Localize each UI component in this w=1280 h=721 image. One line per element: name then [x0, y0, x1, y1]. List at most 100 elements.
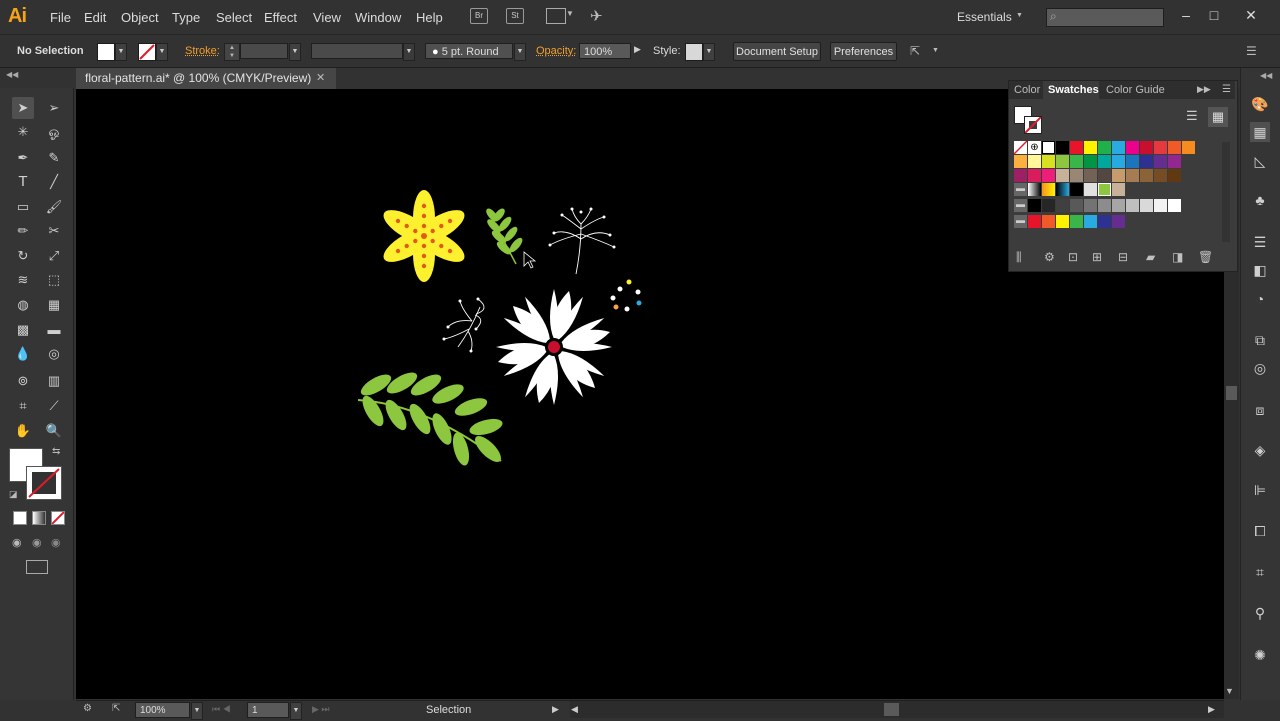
- tab-color-guide[interactable]: Color Guide: [1106, 84, 1165, 96]
- color-swatch[interactable]: [1056, 199, 1069, 212]
- default-colors-icon[interactable]: ◪: [9, 489, 18, 500]
- scissors-tool-icon[interactable]: ✂: [43, 220, 65, 242]
- color-swatch[interactable]: [1070, 141, 1083, 154]
- status-menu-icon[interactable]: ▶: [552, 704, 559, 715]
- type-tool-icon[interactable]: T: [12, 171, 34, 193]
- stroke-weight-field[interactable]: [240, 43, 288, 59]
- collapse-toolbar-icon[interactable]: ◀◀: [6, 70, 18, 79]
- stroke-label[interactable]: Stroke:: [185, 45, 220, 57]
- swatch-group-folder-icon[interactable]: ▬: [1014, 199, 1027, 212]
- align-panel-icon[interactable]: ⊫: [1250, 480, 1270, 500]
- color-swatch[interactable]: [1070, 155, 1083, 168]
- color-swatch[interactable]: [1028, 169, 1041, 182]
- symbol-sprayer-tool-icon[interactable]: ⊚: [12, 370, 34, 392]
- panel-scrollbar[interactable]: [1222, 142, 1230, 242]
- shape-builder-tool-icon[interactable]: ◍: [12, 294, 34, 316]
- panel-menu-icon[interactable]: ☰: [1222, 84, 1231, 95]
- swatch-options-icon[interactable]: ⊞: [1092, 250, 1102, 264]
- bridge-button[interactable]: Br: [470, 8, 488, 24]
- zoom-dropdown[interactable]: ▼: [191, 702, 203, 720]
- color-mode-icon[interactable]: [13, 511, 27, 525]
- color-swatch[interactable]: [1056, 155, 1069, 168]
- swatch-group-folder-icon[interactable]: ▬: [1014, 183, 1027, 196]
- color-swatch[interactable]: [1140, 155, 1153, 168]
- chevron-down-icon[interactable]: ▼: [932, 47, 939, 54]
- document-tab[interactable]: floral-pattern.ai* @ 100% (CMYK/Preview): [76, 68, 336, 89]
- fill-dropdown[interactable]: ▼: [115, 43, 127, 61]
- maximize-button[interactable]: □: [1204, 5, 1224, 25]
- lasso-tool-icon[interactable]: ஓ: [43, 121, 65, 143]
- color-swatch[interactable]: [1126, 155, 1139, 168]
- minimize-button[interactable]: –: [1176, 5, 1196, 25]
- artboard-dropdown[interactable]: ▼: [290, 702, 302, 720]
- horizontal-scroll-thumb[interactable]: [884, 703, 899, 716]
- asset-export-icon[interactable]: ⧈: [1250, 400, 1270, 420]
- scroll-right-icon[interactable]: ▶: [1208, 704, 1215, 715]
- close-tab-icon[interactable]: ✕: [316, 71, 325, 84]
- artboard-tool-icon[interactable]: ⌗: [12, 395, 34, 417]
- color-swatch[interactable]: [1084, 199, 1097, 212]
- puppet-warp-icon[interactable]: ⚲: [1250, 603, 1270, 623]
- gradient-swatch-2[interactable]: [1042, 183, 1055, 196]
- color-swatch[interactable]: [1168, 199, 1181, 212]
- grid-view-icon[interactable]: ▦: [1208, 107, 1228, 127]
- color-swatch[interactable]: [1042, 199, 1055, 212]
- list-view-icon[interactable]: ☰: [1186, 108, 1198, 124]
- scroll-left-icon[interactable]: ◀: [571, 704, 578, 715]
- arrange-documents-icon[interactable]: [546, 8, 566, 24]
- color-swatch[interactable]: [1014, 155, 1027, 168]
- cc-libraries-panel-icon[interactable]: ◎: [1250, 358, 1270, 378]
- menu-edit[interactable]: Edit: [84, 10, 106, 25]
- pattern-swatch-2[interactable]: [1084, 183, 1097, 196]
- color-swatch[interactable]: [1084, 141, 1097, 154]
- new-color-group-icon[interactable]: ⊟: [1118, 250, 1128, 264]
- pencil-tool-icon[interactable]: ✏: [12, 220, 34, 242]
- first-artboard-icon[interactable]: ⏮ ◀: [212, 704, 231, 715]
- stroke-panel-icon[interactable]: ☰: [1250, 232, 1270, 252]
- black-swatch[interactable]: [1056, 141, 1069, 154]
- blend-tool-icon[interactable]: ◎: [43, 343, 65, 365]
- stroke-weight-dropdown[interactable]: ▼: [289, 43, 301, 61]
- color-swatch[interactable]: [1084, 169, 1097, 182]
- preferences-button[interactable]: Preferences: [830, 42, 897, 61]
- opacity-arrow-icon[interactable]: ▶: [634, 44, 641, 55]
- menu-window[interactable]: Window: [355, 10, 401, 25]
- variable-width-dropdown[interactable]: ▼: [403, 43, 415, 61]
- vertical-scroll-thumb[interactable]: [1226, 386, 1237, 400]
- arrange-icon[interactable]: ⇱: [910, 44, 920, 58]
- color-swatch[interactable]: [1154, 199, 1167, 212]
- color-swatch[interactable]: [1070, 199, 1083, 212]
- column-graph-tool-icon[interactable]: ▥: [43, 370, 65, 392]
- chevron-down-icon[interactable]: ▼: [1016, 12, 1023, 19]
- color-swatch[interactable]: [1098, 199, 1111, 212]
- screen-mode-icon[interactable]: [26, 560, 48, 574]
- share-icon[interactable]: ⇱: [112, 703, 120, 714]
- brush-dropdown[interactable]: ▼: [514, 43, 526, 61]
- color-swatch[interactable]: [1056, 169, 1069, 182]
- color-swatch[interactable]: [1112, 141, 1125, 154]
- color-swatch[interactable]: [1112, 215, 1125, 228]
- scale-tool-icon[interactable]: ⤢: [43, 245, 65, 267]
- menu-help[interactable]: Help: [416, 10, 443, 25]
- color-swatch[interactable]: [1154, 141, 1167, 154]
- color-swatch[interactable]: [1070, 169, 1083, 182]
- graphic-style-swatch[interactable]: [685, 43, 703, 61]
- color-swatch[interactable]: [1098, 215, 1111, 228]
- menu-view[interactable]: View: [313, 10, 341, 25]
- panel-stroke-swatch[interactable]: [1024, 116, 1042, 134]
- style-dropdown[interactable]: ▼: [703, 43, 715, 61]
- zoom-field[interactable]: 100%: [135, 702, 190, 718]
- curvature-tool-icon[interactable]: ✎: [43, 147, 65, 169]
- color-swatch[interactable]: [1098, 155, 1111, 168]
- color-swatch[interactable]: [1084, 155, 1097, 168]
- swap-colors-icon[interactable]: ⇆: [52, 446, 60, 457]
- swatches-panel-icon[interactable]: ▦: [1250, 122, 1270, 142]
- brush-definition[interactable]: ● 5 pt. Round: [425, 43, 513, 59]
- color-swatch[interactable]: [1112, 169, 1125, 182]
- gradient-mode-icon[interactable]: [32, 511, 46, 525]
- pattern-swatch-4[interactable]: [1112, 183, 1125, 196]
- menu-select[interactable]: Select: [216, 10, 252, 25]
- zoom-tool-icon[interactable]: 🔍: [43, 420, 65, 442]
- menu-effect[interactable]: Effect: [264, 10, 297, 25]
- color-swatch[interactable]: [1140, 199, 1153, 212]
